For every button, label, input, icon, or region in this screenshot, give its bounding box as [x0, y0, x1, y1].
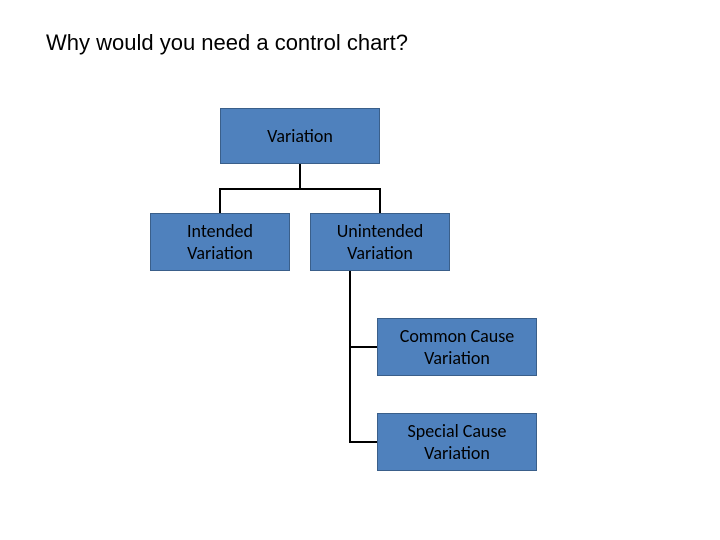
node-unintended-variation-label: Unintended Variation	[317, 220, 443, 264]
node-unintended-variation: Unintended Variation	[310, 213, 450, 271]
node-variation: Variation	[220, 108, 380, 164]
connector	[349, 346, 377, 348]
connector	[299, 164, 301, 188]
node-special-cause: Special Cause Variation	[377, 413, 537, 471]
node-common-cause-label: Common Cause Variation	[384, 325, 530, 369]
node-special-cause-label: Special Cause Variation	[384, 420, 530, 464]
connector	[219, 188, 221, 213]
connector	[349, 271, 351, 443]
node-intended-variation: Intended Variation	[150, 213, 290, 271]
connector	[219, 188, 381, 190]
page-title: Why would you need a control chart?	[46, 30, 408, 56]
connector	[349, 441, 377, 443]
node-common-cause: Common Cause Variation	[377, 318, 537, 376]
node-variation-label: Variation	[267, 125, 333, 147]
node-intended-variation-label: Intended Variation	[157, 220, 283, 264]
connector	[379, 188, 381, 213]
